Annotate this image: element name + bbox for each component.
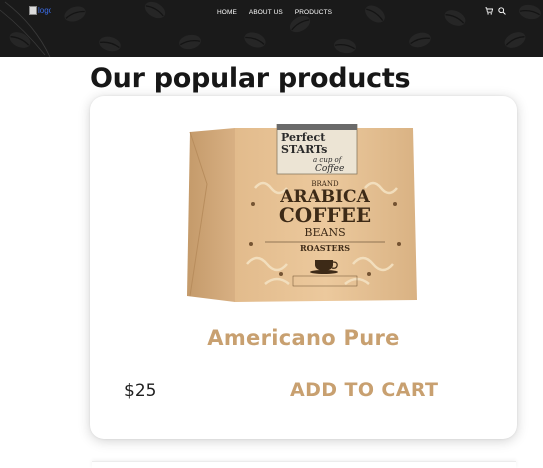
nav-item-home[interactable]: HOME — [217, 8, 237, 17]
product-image[interactable]: Perfect STARTs a cup of Coffee BRAND ARA… — [185, 124, 421, 306]
product-card[interactable]: Perfect STARTs a cup of Coffee BRAND ARA… — [90, 96, 517, 439]
nav-item-about-us[interactable]: ABOUT US — [249, 8, 283, 17]
bag-tag-line2: STARTs — [281, 143, 327, 156]
broken-image-icon — [29, 6, 37, 16]
logo-alt-text: logo — [38, 6, 51, 15]
bag-tag-line3: a cup of — [313, 156, 343, 164]
add-to-cart-button[interactable]: ADD TO CART — [290, 377, 438, 403]
search-icon[interactable] — [498, 7, 506, 15]
section-title: Our popular products — [90, 63, 411, 94]
bag-title-line3: BEANS — [304, 226, 345, 239]
header-icons — [485, 7, 506, 15]
bag-tag-line4: Coffee — [315, 164, 344, 174]
site-logo[interactable]: logo — [29, 6, 51, 16]
nav-item-products[interactable]: PRODUCTS — [295, 8, 332, 17]
cart-icon[interactable] — [485, 7, 493, 15]
product-name[interactable]: Americano Pure — [90, 324, 517, 352]
site-header: logo HOME ABOUT US PRODUCTS — [0, 0, 543, 57]
bag-title-line2: COFFEE — [279, 203, 371, 227]
bag-subtitle: ROASTERS — [300, 243, 350, 253]
product-price: $25 — [124, 381, 157, 401]
main-nav: HOME ABOUT US PRODUCTS — [217, 8, 332, 17]
